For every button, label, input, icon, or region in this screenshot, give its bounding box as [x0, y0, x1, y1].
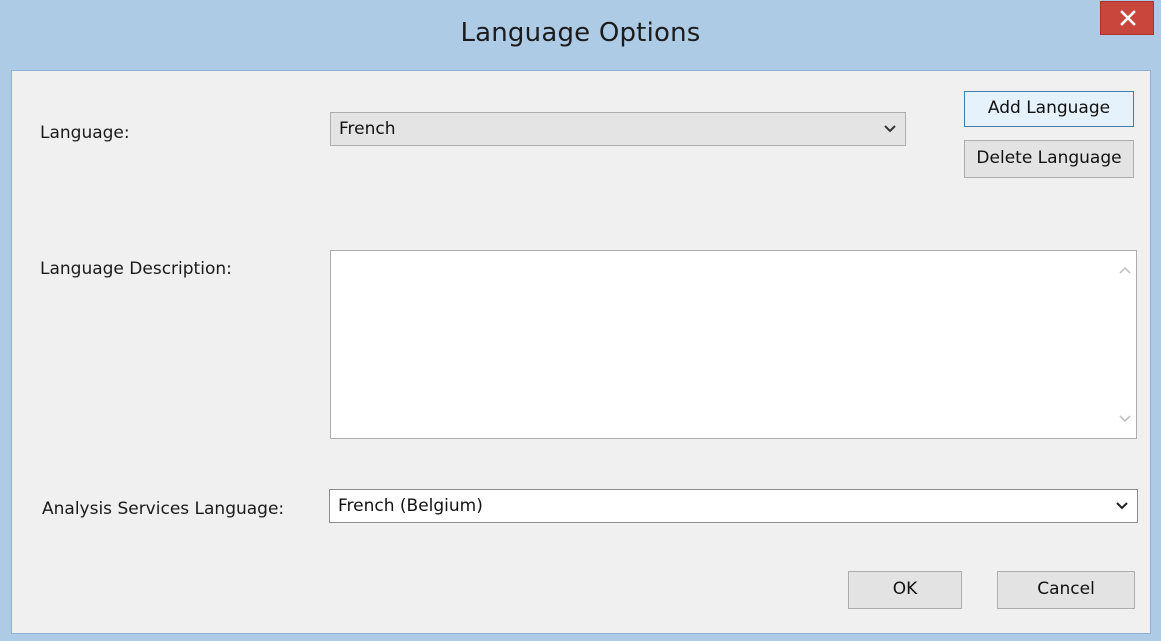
dialog-body: Language: French Add Language Delete Lan…: [11, 70, 1151, 634]
chevron-down-icon: [884, 125, 896, 133]
language-options-dialog: Language Options Language: French Add La…: [0, 0, 1161, 641]
close-button[interactable]: [1100, 1, 1154, 35]
language-description-label: Language Description:: [40, 259, 232, 279]
add-language-button[interactable]: Add Language: [964, 91, 1134, 127]
analysis-services-language-value: French (Belgium): [338, 496, 483, 516]
language-dropdown-value: French: [339, 119, 396, 139]
add-language-button-label: Add Language: [987, 98, 1111, 118]
title-bar[interactable]: Language Options: [0, 0, 1161, 70]
delete-language-button-label: Delete Language: [976, 148, 1122, 168]
close-icon: [1120, 10, 1136, 26]
language-description-textarea[interactable]: [330, 250, 1137, 439]
dialog-title: Language Options: [460, 18, 701, 48]
chevron-down-icon: [1116, 502, 1128, 510]
analysis-services-language-dropdown[interactable]: French (Belgium): [329, 489, 1138, 523]
scroll-up-icon[interactable]: [1119, 265, 1131, 275]
cancel-button[interactable]: Cancel: [997, 571, 1135, 609]
analysis-services-language-label: Analysis Services Language:: [42, 499, 285, 519]
language-label: Language:: [40, 123, 130, 143]
language-dropdown[interactable]: French: [330, 112, 906, 146]
ok-button-label: OK: [892, 579, 918, 599]
scroll-down-icon[interactable]: [1119, 414, 1131, 424]
textarea-scrollbar[interactable]: [1114, 251, 1136, 438]
ok-button[interactable]: OK: [848, 571, 962, 609]
cancel-button-label: Cancel: [1037, 579, 1095, 599]
delete-language-button[interactable]: Delete Language: [964, 140, 1134, 178]
